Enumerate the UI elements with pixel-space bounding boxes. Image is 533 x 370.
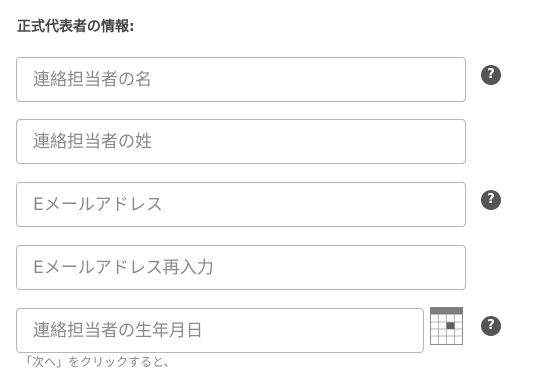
section-title: 正式代表者の情報:	[17, 19, 135, 35]
email-confirm-input[interactable]	[16, 245, 466, 290]
question-circle-icon[interactable]: ?	[481, 65, 501, 85]
contact-first-name-input[interactable]	[16, 57, 466, 102]
email-input[interactable]	[16, 182, 466, 227]
birthdate-input[interactable]	[16, 308, 424, 353]
question-circle-icon[interactable]: ?	[481, 316, 501, 336]
calendar-icon[interactable]	[430, 307, 463, 345]
contact-last-name-input[interactable]	[16, 119, 466, 164]
hint-text: 「次へ」をクリックすると、	[20, 355, 176, 369]
question-circle-icon[interactable]: ?	[481, 190, 501, 210]
